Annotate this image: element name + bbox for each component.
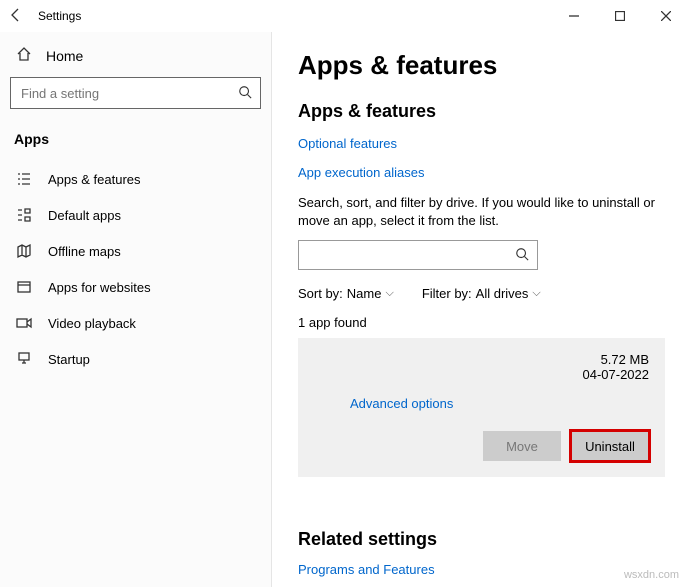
app-list-item[interactable]: 5.72 MB 04-07-2022 Advanced options Move… [298, 338, 665, 477]
home-nav[interactable]: Home [10, 38, 261, 77]
close-button[interactable] [643, 0, 689, 32]
startup-icon [16, 351, 32, 367]
move-button: Move [483, 431, 561, 461]
section-title: Apps & features [298, 101, 665, 122]
search-box[interactable] [10, 77, 261, 109]
defaults-icon [16, 207, 32, 223]
sort-value: Name [347, 286, 382, 301]
sidebar-item-label: Apps for websites [48, 280, 151, 295]
page-title: Apps & features [298, 50, 665, 81]
optional-features-link[interactable]: Optional features [298, 136, 665, 151]
section-header: Apps [10, 127, 261, 161]
list-icon [16, 171, 32, 187]
titlebar: Settings [0, 0, 689, 32]
advanced-options-link[interactable]: Advanced options [350, 396, 649, 411]
result-count: 1 app found [298, 315, 665, 330]
video-icon [16, 315, 32, 331]
app-search-box[interactable] [298, 240, 538, 270]
search-icon [238, 85, 252, 102]
filter-label: Filter by: [422, 286, 472, 301]
related-settings-title: Related settings [298, 529, 665, 550]
back-icon[interactable] [8, 7, 24, 26]
home-icon [16, 46, 32, 65]
sidebar-item-apps-websites[interactable]: Apps for websites [10, 269, 261, 305]
sidebar-item-label: Apps & features [48, 172, 141, 187]
sidebar-item-label: Video playback [48, 316, 136, 331]
sidebar-item-default-apps[interactable]: Default apps [10, 197, 261, 233]
filter-value: All drives [476, 286, 529, 301]
filter-by-dropdown[interactable]: Filter by: All drives ⌵ [422, 286, 541, 301]
app-size: 5.72 MB [601, 352, 649, 367]
sidebar-item-offline-maps[interactable]: Offline maps [10, 233, 261, 269]
main-content: Apps & features Apps & features Optional… [272, 32, 689, 587]
programs-features-link[interactable]: Programs and Features [298, 562, 665, 577]
chevron-down-icon: ⌵ [532, 287, 540, 300]
search-icon [515, 247, 529, 264]
map-icon [16, 243, 32, 259]
sidebar-item-label: Offline maps [48, 244, 121, 259]
sort-by-dropdown[interactable]: Sort by: Name ⌵ [298, 286, 394, 301]
minimize-button[interactable] [551, 0, 597, 32]
sidebar-item-label: Default apps [48, 208, 121, 223]
maximize-button[interactable] [597, 0, 643, 32]
window-title: Settings [38, 9, 81, 23]
sort-label: Sort by: [298, 286, 343, 301]
sidebar-item-startup[interactable]: Startup [10, 341, 261, 377]
sidebar-item-video-playback[interactable]: Video playback [10, 305, 261, 341]
search-input[interactable] [21, 86, 238, 101]
uninstall-button[interactable]: Uninstall [571, 431, 649, 461]
sidebar: Home Apps Apps & features Default apps [0, 32, 272, 587]
description-text: Search, sort, and filter by drive. If yo… [298, 194, 665, 230]
chevron-down-icon: ⌵ [385, 287, 393, 300]
watermark: wsxdn.com [624, 569, 679, 581]
sidebar-item-label: Startup [48, 352, 90, 367]
app-date: 04-07-2022 [583, 367, 650, 382]
app-execution-aliases-link[interactable]: App execution aliases [298, 165, 665, 180]
sidebar-item-apps-features[interactable]: Apps & features [10, 161, 261, 197]
home-label: Home [46, 48, 83, 64]
websites-icon [16, 279, 32, 295]
